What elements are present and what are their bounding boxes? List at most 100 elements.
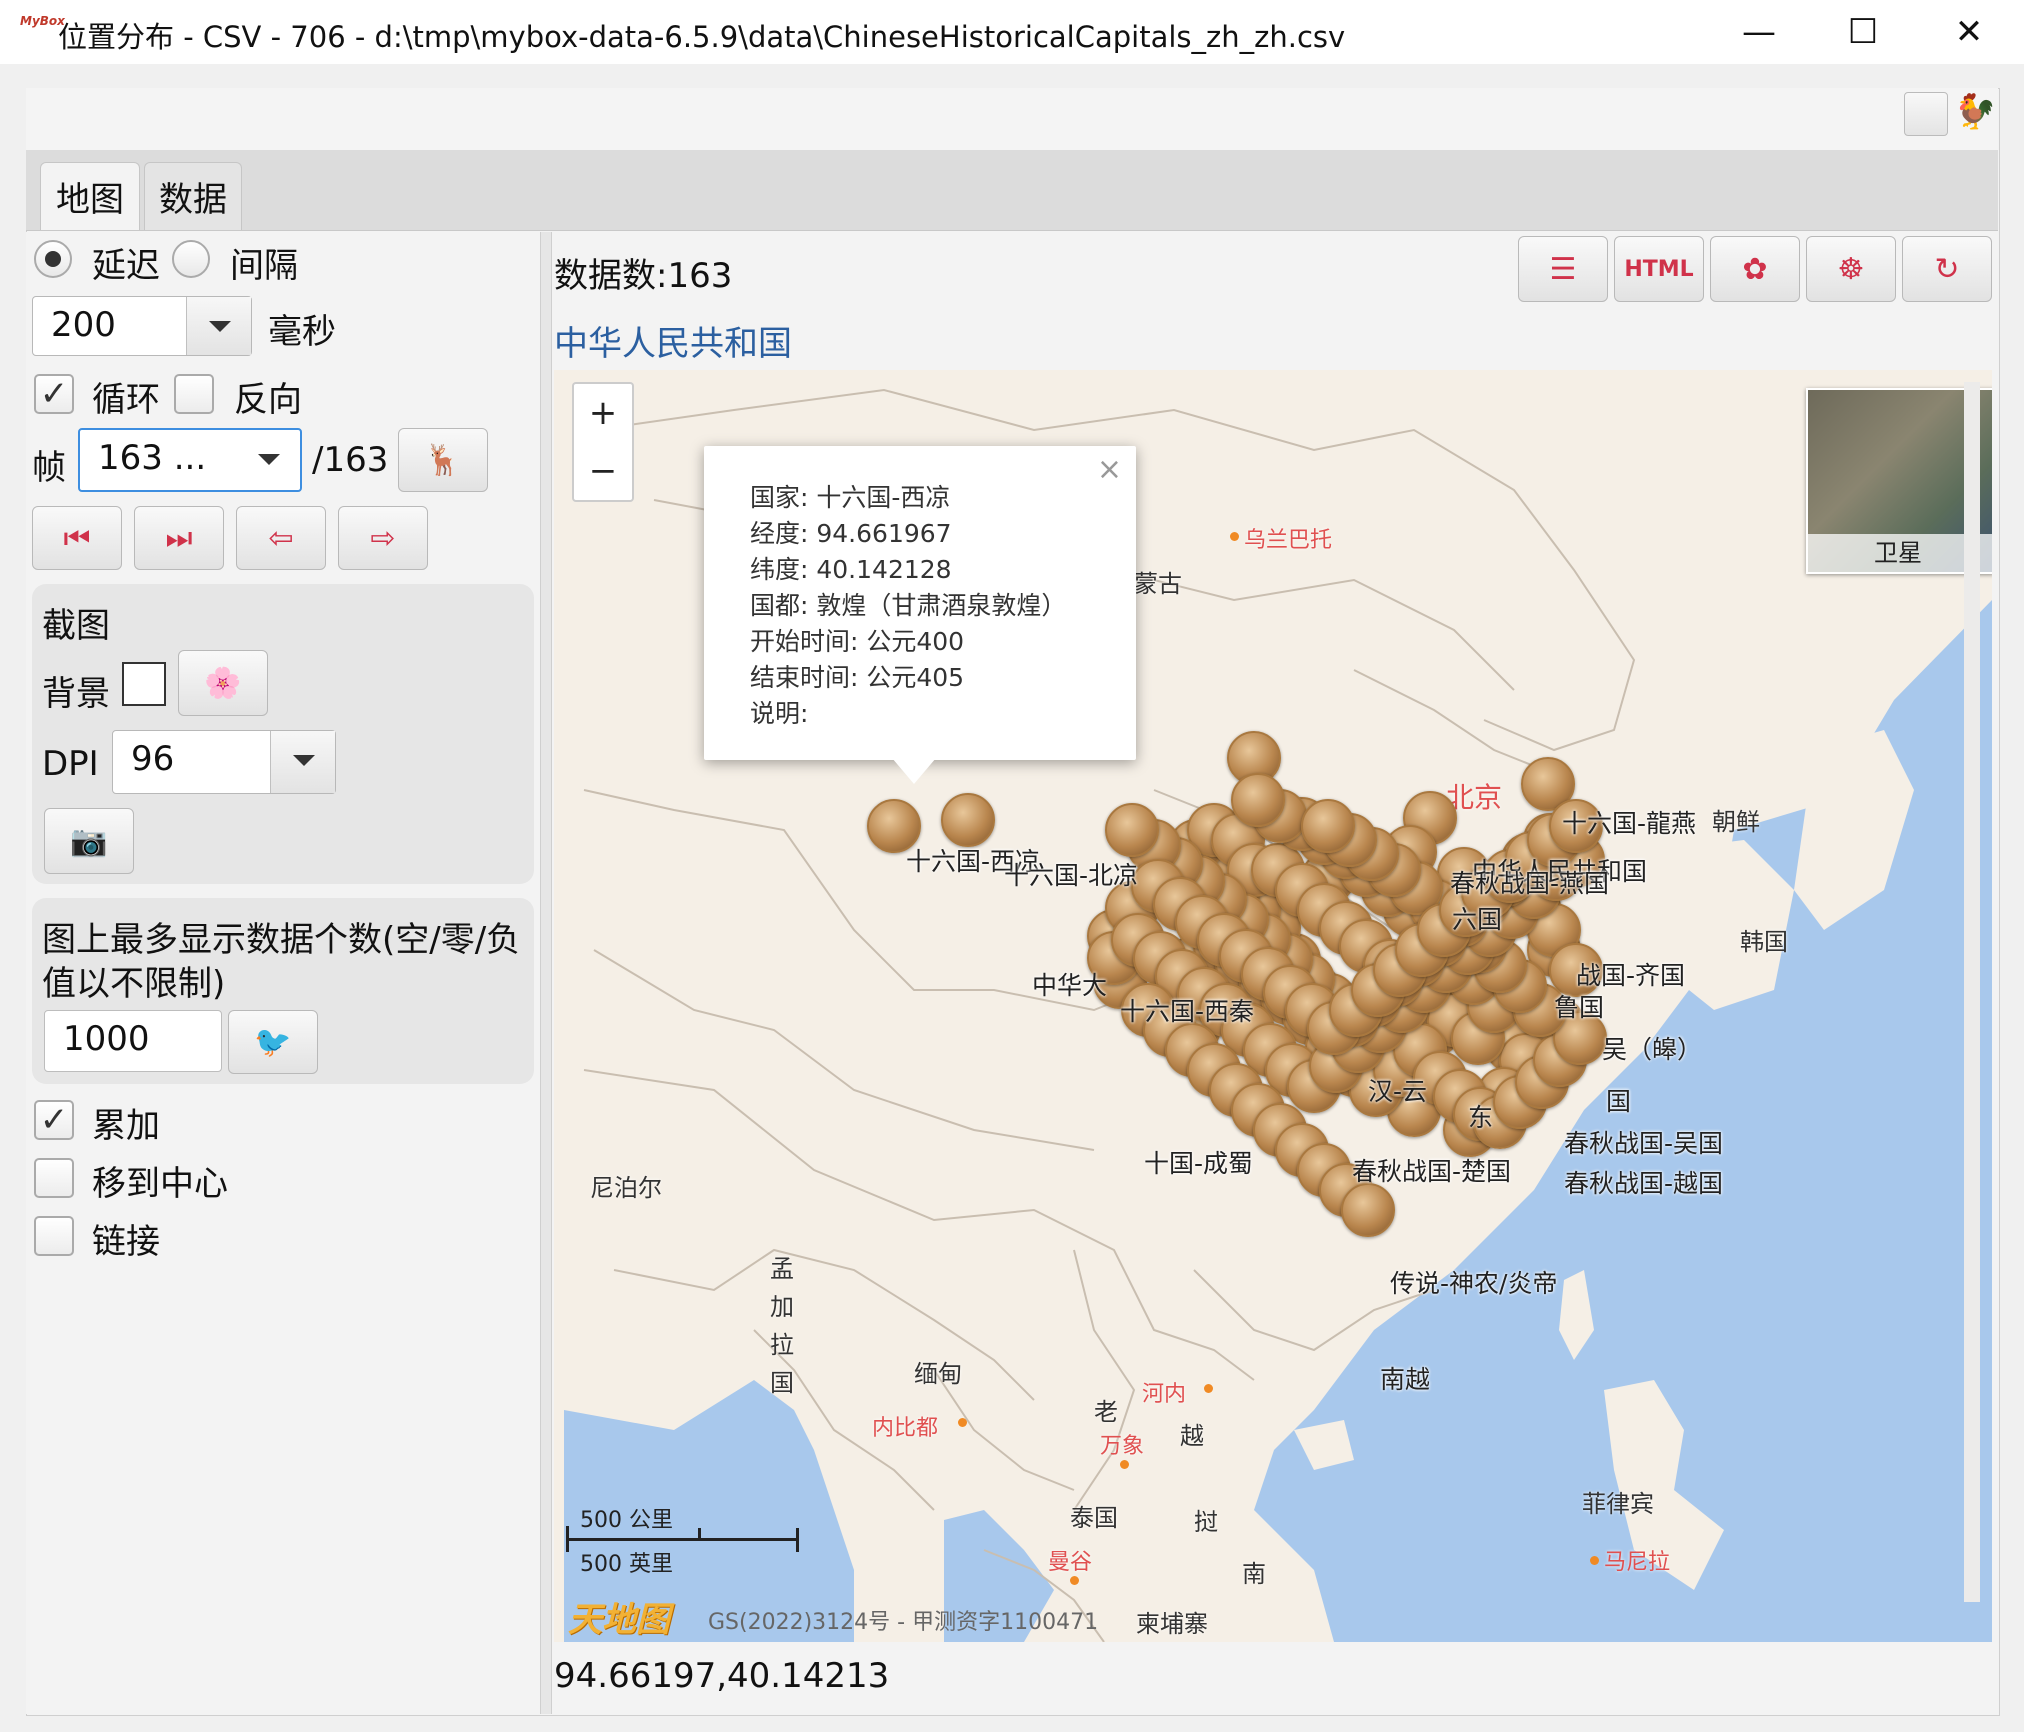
accumulate-checkbox[interactable]: ✓ [34, 1100, 74, 1140]
scale-tick [566, 1526, 569, 1552]
flower-button[interactable]: ✿ [1710, 236, 1800, 302]
popup-latitude: 纬度: 40.142128 [750, 555, 952, 584]
refresh-button[interactable]: ↻ [1902, 236, 1992, 302]
delay-radio[interactable] [34, 240, 72, 278]
frame-label: 帧 [32, 448, 66, 488]
popup-country: 国家: 十六国-西凉 [750, 483, 951, 512]
marker-label: 十六国-西秦 [1120, 997, 1255, 1026]
scale-tick [698, 1528, 701, 1540]
dpi-label: DPI [42, 744, 99, 784]
location-marker[interactable] [1231, 773, 1285, 827]
popup-start: 开始时间: 公元400 [750, 627, 965, 656]
marker-popup: × 国家: 十六国-西凉 经度: 94.661967 纬度: 40.142128… [704, 446, 1136, 760]
max-count-input[interactable]: 1000 [44, 1010, 222, 1072]
popup-tip [892, 758, 936, 784]
marker-label: 南越 [1380, 1365, 1431, 1394]
html-icon: HTML [1624, 256, 1694, 282]
popup-end: 结束时间: 公元405 [750, 663, 965, 692]
loop-checkbox[interactable]: ✓ [34, 374, 74, 414]
location-marker[interactable] [1341, 1183, 1395, 1237]
max-label-line1: 图上最多显示数据个数(空/零/负 [42, 920, 521, 960]
location-marker[interactable] [1105, 803, 1159, 857]
marker-label: 春秋战国-楚国 [1352, 1157, 1512, 1186]
previous-frame-button[interactable]: ⇦ [236, 506, 326, 570]
list-icon: ☰ [1549, 251, 1577, 287]
interval-radio[interactable] [172, 240, 210, 278]
marker-label: 十六国-北凉 [1004, 861, 1139, 890]
popup-close-button[interactable]: × [1097, 452, 1122, 487]
coordinate-readout: 94.66197,40.14213 [554, 1656, 890, 1696]
data-count-label: 数据数:163 [554, 256, 733, 296]
rooster-logo-icon[interactable]: 🐓 [1954, 92, 1996, 136]
top-toolbar [26, 88, 1998, 151]
app-logo-icon: MyBox [20, 14, 65, 28]
delay-label: 延迟 [92, 246, 160, 286]
chevron-down-icon[interactable] [236, 430, 300, 488]
interval-unit: 毫秒 [268, 312, 336, 352]
background-color-swatch[interactable] [122, 662, 166, 706]
close-button[interactable]: ✕ [1916, 0, 2022, 64]
maximize-button[interactable]: ☐ [1810, 0, 1916, 64]
map-scrollbar[interactable] [1964, 382, 1980, 1602]
camera-icon: 📷 [70, 823, 108, 859]
marker-label: 春秋战国-越国 [1564, 1169, 1724, 1198]
marker-label: 十国-成蜀 [1144, 1149, 1254, 1178]
marker-label: 春秋战国-吴国 [1564, 1129, 1724, 1158]
link-label: 链接 [92, 1222, 160, 1262]
chevron-down-icon[interactable] [186, 297, 251, 355]
dpi-value: 96 [131, 739, 175, 779]
minimize-button[interactable]: — [1706, 0, 1812, 64]
marker-label: 国 [1606, 1087, 1632, 1116]
run-icon: 🦌 [424, 442, 462, 478]
move-center-label: 移到中心 [92, 1164, 228, 1204]
window-title: 位置分布 - CSV - 706 - d:\tmp\mybox-data-6.5… [58, 20, 1346, 54]
tab-map[interactable]: 地图 [40, 162, 140, 230]
move-center-checkbox[interactable] [34, 1158, 74, 1198]
scale-mi-label: 500 英里 [580, 1552, 673, 1577]
marker-label: 汉-云 [1368, 1077, 1428, 1106]
flower-icon: ✿ [1742, 251, 1768, 287]
link-checkbox[interactable] [34, 1216, 74, 1256]
reverse-label: 反向 [234, 380, 302, 420]
popup-longitude: 经度: 94.661967 [750, 519, 952, 548]
popup-capital: 国都: 敦煌（甘肃酒泉敦煌） [750, 591, 1067, 620]
color-picker-button[interactable]: 🌸 [178, 650, 268, 716]
chevron-down-icon[interactable] [270, 731, 335, 793]
goto-frame-button[interactable]: 🦌 [398, 428, 488, 492]
accumulate-label: 累加 [92, 1106, 160, 1146]
first-frame-icon: ⏮ [63, 520, 91, 556]
last-frame-button[interactable]: ⏭ [134, 506, 224, 570]
refresh-icon: ↻ [1934, 251, 1960, 287]
marker-label: 中华大 [1032, 971, 1108, 1000]
marker-label: 鲁国 [1554, 993, 1605, 1022]
list-button[interactable]: ☰ [1518, 236, 1608, 302]
frame-value: 163 ... [98, 438, 207, 478]
interval-combo[interactable]: 200 [32, 296, 252, 356]
marker-label: 战国-齐国 [1576, 961, 1686, 990]
popup-note: 说明: [750, 699, 809, 728]
interval-label: 间隔 [230, 246, 298, 286]
toolbar-button[interactable] [1904, 92, 1948, 136]
location-marker[interactable] [941, 793, 995, 847]
dpi-combo[interactable]: 96 [112, 730, 336, 794]
html-button[interactable]: HTML [1614, 236, 1704, 302]
reverse-checkbox[interactable] [174, 374, 214, 414]
snapshot-button[interactable]: 📷 [44, 808, 134, 874]
panel-splitter[interactable] [540, 232, 552, 1714]
max-label-line2: 值以不限制) [42, 964, 226, 1004]
tianditu-logo: 天地图 [568, 1600, 670, 1640]
marker-label: 吴（皞） [1602, 1035, 1703, 1064]
marker-label: 传说-神农/炎帝 [1390, 1269, 1558, 1298]
previous-icon: ⇦ [268, 520, 294, 556]
frame-combo[interactable]: 163 ... [78, 428, 302, 492]
first-frame-button[interactable]: ⏮ [32, 506, 122, 570]
apply-max-button[interactable]: 🐦 [228, 1010, 318, 1074]
mask-button[interactable]: ☸ [1806, 236, 1896, 302]
screenshot-title: 截图 [42, 606, 110, 646]
next-icon: ⇨ [370, 520, 396, 556]
location-marker[interactable] [1301, 799, 1355, 853]
tab-data[interactable]: 数据 [144, 162, 242, 230]
loop-label: 循环 [92, 380, 160, 420]
next-frame-button[interactable]: ⇨ [338, 506, 428, 570]
map-attribution: GS(2022)3124号 - 甲测资字1100471 [708, 1610, 1099, 1635]
